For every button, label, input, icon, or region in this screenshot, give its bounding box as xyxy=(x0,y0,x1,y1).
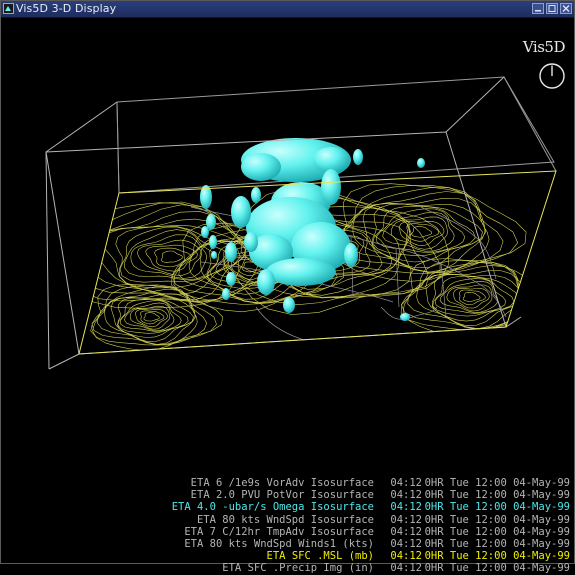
omega-isosurface xyxy=(200,138,425,321)
legend-date: 0HR Tue 12:00 04-May-99 xyxy=(424,489,570,502)
legend-date: 0HR Tue 12:00 04-May-99 xyxy=(424,537,570,550)
vis5d-logo: Vis5D xyxy=(522,38,566,56)
legend-time: 04:12 xyxy=(390,550,422,563)
legend-date: 0HR Tue 12:00 04-May-99 xyxy=(424,477,570,489)
legend-row[interactable]: ETA 2.0 PVU PotVor Isosurface 04:12 0HR Tu… xyxy=(172,489,570,501)
minimize-button[interactable] xyxy=(532,3,544,14)
legend-row[interactable]: ETA 80 kts WndSpd Isosurface 04:12 0HR Tue… xyxy=(172,514,570,526)
legend-date: 0HR Tue 12:00 04-May-99 xyxy=(424,550,570,563)
legend-variable-name: ETA 6 /1e9s VorAdv Isosurface xyxy=(190,477,374,489)
legend-variable-name: ETA 4.0 -ubar/s Omega Isosurface xyxy=(171,501,374,514)
legend-time: 04:12 xyxy=(390,537,422,550)
legend-row[interactable]: ETA 6 /1e9s VorAdv Isosurface 04:12 0HR Tu… xyxy=(172,477,570,489)
legend-date: 0HR Tue 12:00 04-May-99 xyxy=(424,501,570,514)
legend-row[interactable]: ETA 7 C/12hr TmpAdv Isosurface 04:12 0HR T… xyxy=(172,526,570,538)
maximize-icon xyxy=(548,5,556,12)
legend-date: 0HR Tue 12:00 04-May-99 xyxy=(424,562,570,575)
close-icon xyxy=(562,5,570,12)
clock-icon xyxy=(539,63,565,89)
legend-variable-name: ETA SFC .MSL (mb) xyxy=(266,550,374,563)
legend-variable-name: ETA 80 kts WndSpd Winds1 (kts) xyxy=(184,537,374,550)
legend-time: 04:12 xyxy=(390,477,422,489)
legend-variable-name: ETA 7 C/12hr TmpAdv Isosurface xyxy=(184,525,374,538)
close-button[interactable] xyxy=(560,3,572,14)
variable-legend: ETA 6 /1e9s VorAdv Isosurface 04:12 0HR Tu… xyxy=(172,477,570,575)
legend-variable-name: ETA SFC .Precip Img (in) xyxy=(222,562,374,575)
legend-row[interactable]: ETA SFC .MSL (mb) 04:12 0HR Tue 12:00 04-M… xyxy=(172,550,570,562)
legend-time: 04:12 xyxy=(390,525,422,538)
legend-date: 0HR Tue 12:00 04-May-99 xyxy=(424,525,570,538)
3d-viewport[interactable]: Vis5D ETA 6 /1e9s VorAdv Isosurface 04:12… xyxy=(1,17,575,574)
app-icon xyxy=(3,3,14,14)
legend-time: 04:12 xyxy=(390,562,422,575)
legend-variable-name: ETA 80 kts WndSpd Isosurface xyxy=(196,513,374,526)
legend-time: 04:12 xyxy=(390,489,422,502)
legend-time: 04:12 xyxy=(390,513,422,526)
legend-row[interactable]: ETA SFC .Precip Img (in) 04:12 0HR Tue 12:… xyxy=(172,562,570,574)
title-bar[interactable]: Vis5D 3-D Display xyxy=(1,1,574,18)
legend-row[interactable]: ETA 80 kts WndSpd Winds1 (kts) 04:12 0HR T… xyxy=(172,538,570,550)
window-title: Vis5D 3-D Display xyxy=(16,2,117,15)
legend-row[interactable]: ETA 4.0 -ubar/s Omega Isosurface 04:12 0HR… xyxy=(172,501,570,513)
maximize-button[interactable] xyxy=(546,3,558,14)
legend-variable-name: ETA 2.0 PVU PotVor Isosurface xyxy=(190,489,374,502)
minimize-icon xyxy=(535,10,541,12)
vis5d-window: Vis5D 3-D Display Vis5D ETA 6 /1e9s VorA… xyxy=(0,0,575,574)
legend-time: 04:12 xyxy=(390,501,422,514)
legend-date: 0HR Tue 12:00 04-May-99 xyxy=(424,513,570,526)
